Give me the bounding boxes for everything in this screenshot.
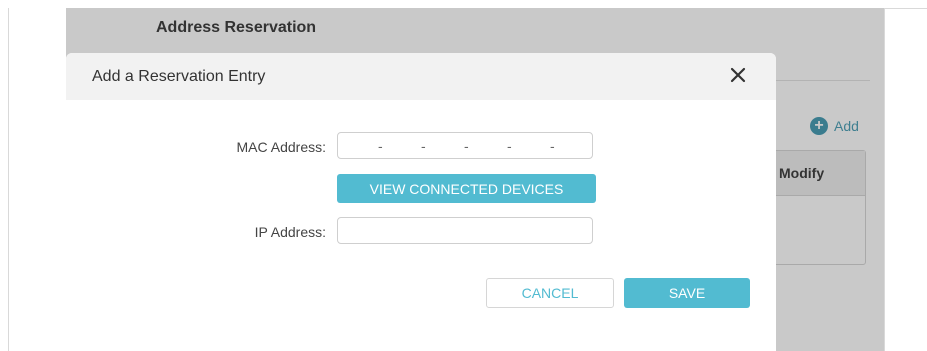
- mac-separator: -: [378, 138, 383, 154]
- section-divider: [772, 80, 870, 81]
- table-header-modify: Modify: [767, 151, 865, 196]
- mac-separator: -: [421, 138, 426, 154]
- close-button[interactable]: [728, 65, 748, 85]
- view-connected-devices-button[interactable]: VIEW CONNECTED DEVICES: [337, 174, 596, 203]
- mac-separator: -: [507, 138, 512, 154]
- mac-address-label: MAC Address:: [236, 139, 326, 155]
- frame-border-top: [884, 8, 927, 9]
- add-button[interactable]: + Add: [810, 117, 859, 135]
- ip-address-input[interactable]: [337, 217, 593, 244]
- ip-address-label: IP Address:: [254, 224, 326, 240]
- mac-separator: -: [550, 138, 555, 154]
- add-label: Add: [834, 118, 859, 134]
- dialog-title: Add a Reservation Entry: [92, 68, 266, 85]
- frame-border-right: [884, 8, 885, 351]
- reservation-dialog: Add a Reservation Entry MAC Address: - -…: [66, 53, 776, 351]
- save-button[interactable]: SAVE: [624, 278, 750, 308]
- dialog-header: Add a Reservation Entry: [66, 53, 776, 100]
- mac-address-input[interactable]: - - - - -: [337, 132, 593, 159]
- plus-circle-icon: +: [810, 117, 828, 135]
- cancel-button[interactable]: CANCEL: [486, 278, 614, 308]
- reservation-table: Modify: [766, 150, 866, 265]
- mac-separator: -: [464, 138, 469, 154]
- close-icon: [730, 67, 746, 83]
- frame-border-left: [8, 8, 9, 351]
- page-title: Address Reservation: [156, 19, 317, 36]
